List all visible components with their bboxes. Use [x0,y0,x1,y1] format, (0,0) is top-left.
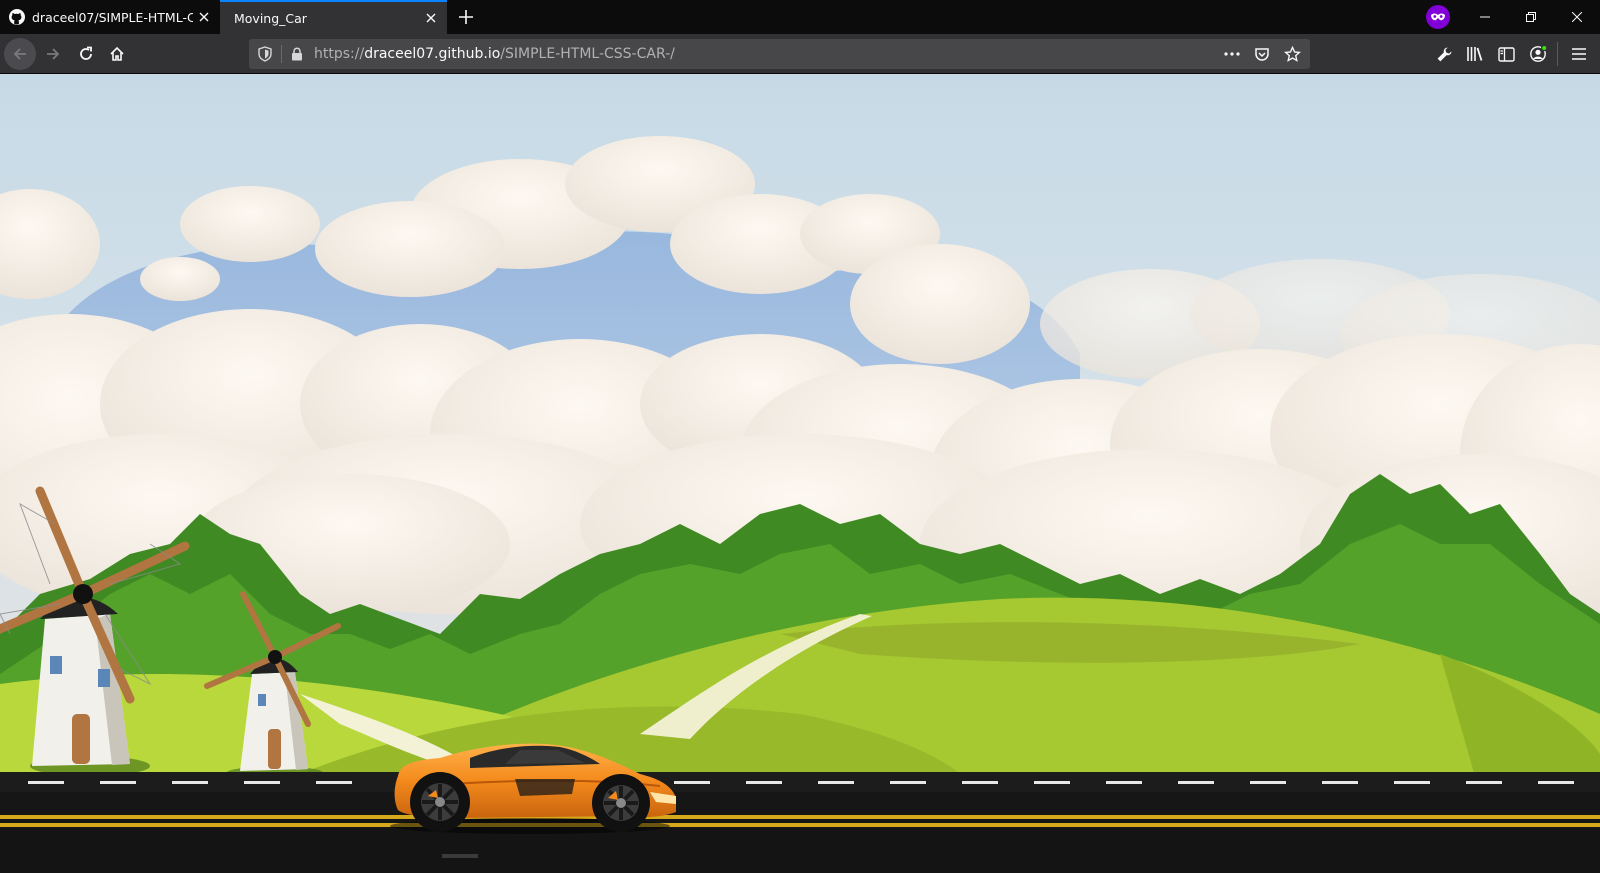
private-browsing-icon [1426,5,1450,29]
sidebar-icon [1497,46,1515,62]
hamburger-menu-icon [1572,48,1586,60]
toolbar-separator [1557,42,1558,66]
restore-button[interactable] [1508,0,1554,34]
pocket-icon[interactable] [1252,44,1272,64]
url-bar[interactable]: https://draceel07.github.io/SIMPLE-HTML-… [249,39,1310,69]
close-window-button[interactable] [1554,0,1600,34]
url-host: draceel07.github.io [364,46,501,62]
page-actions-icon[interactable] [1222,44,1242,64]
url-scheme: https:// [314,46,365,62]
close-icon[interactable] [193,6,215,28]
page-scroll-indicator [442,854,478,858]
navigation-toolbar: https://draceel07.github.io/SIMPLE-HTML-… [0,34,1600,74]
shield-icon[interactable] [257,46,273,62]
bookmark-star-icon[interactable] [1282,44,1302,64]
road-bottom [0,829,1600,873]
github-icon [9,9,25,25]
forward-button[interactable] [37,38,69,70]
tab-moving-car[interactable]: Moving_Car [220,0,447,34]
home-icon [110,46,124,61]
rear-wheel [410,772,470,832]
road-yellow-line-2 [0,823,1600,827]
tab-github[interactable]: draceel07/SIMPLE-HTML-CSS-( [0,0,220,34]
new-tab-button[interactable] [455,6,477,28]
reload-button[interactable] [70,38,102,70]
account-button[interactable] [1526,42,1550,66]
front-wheel [592,774,650,832]
minimize-button[interactable] [1462,0,1508,34]
road-top-edge [0,772,1600,792]
tab-label: Moving_Car [234,10,307,26]
url-text[interactable]: https://draceel07.github.io/SIMPLE-HTML-… [314,46,675,62]
road-yellow-line-1 [0,815,1600,819]
tab-strip: draceel07/SIMPLE-HTML-CSS-( Moving_Car [0,0,1600,34]
lock-icon[interactable] [290,47,304,61]
sidebar-button[interactable] [1494,42,1518,66]
home-button[interactable] [101,38,133,70]
tab-label: draceel07/SIMPLE-HTML-CSS-( [32,9,193,25]
page-content [0,74,1600,873]
library-icon [1467,47,1483,61]
arrow-left-icon [13,48,26,60]
menu-button[interactable] [1567,42,1591,66]
url-actions [1222,39,1302,69]
moving-car-scene [0,74,1600,873]
close-icon[interactable] [420,7,442,29]
url-path: /SIMPLE-HTML-CSS-CAR-/ [500,46,675,62]
library-button[interactable] [1463,42,1487,66]
wrench-icon [1437,47,1451,61]
account-icon [1530,45,1547,62]
plus-icon [459,10,473,24]
reload-icon [80,46,92,60]
arrow-right-icon [47,48,60,60]
url-separator [281,45,282,63]
developer-tools-button[interactable] [1432,42,1456,66]
back-button[interactable] [4,38,36,70]
